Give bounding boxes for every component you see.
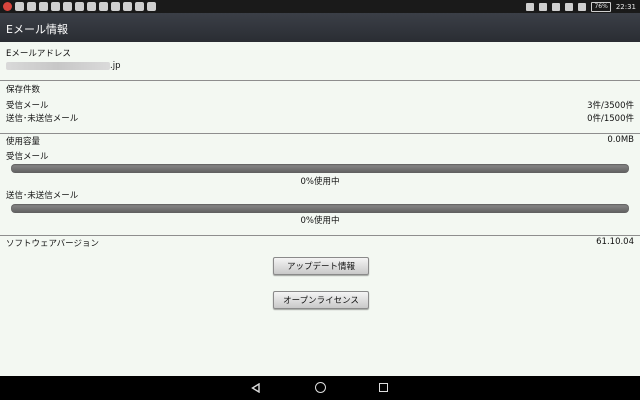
cart-icon bbox=[87, 2, 96, 11]
email-address-label: Eメールアドレス bbox=[6, 49, 71, 59]
wifi-icon bbox=[565, 2, 574, 11]
signal-icon bbox=[578, 2, 587, 11]
recent-apps-icon[interactable] bbox=[379, 383, 388, 392]
mail-icon bbox=[15, 2, 24, 11]
clipboard-icon bbox=[99, 2, 108, 11]
title-bar: Eメール情報 bbox=[0, 13, 640, 42]
navigation-bar bbox=[0, 376, 640, 400]
divider bbox=[0, 133, 640, 134]
software-version-value: 61.10.04 bbox=[596, 237, 634, 247]
sent-mail-count-value: 0件/1500件 bbox=[587, 114, 634, 124]
divider bbox=[0, 80, 640, 81]
nfc-icon bbox=[539, 2, 548, 11]
battery-icon: 76% bbox=[591, 1, 611, 12]
open-license-button[interactable]: オープンライセンス bbox=[273, 291, 369, 309]
doc-icon bbox=[39, 2, 48, 11]
globe-icon bbox=[51, 2, 60, 11]
gmail-icon bbox=[63, 2, 72, 11]
clock: 22:31 bbox=[615, 2, 636, 11]
email-address-value: .jp bbox=[110, 61, 121, 71]
play-icon bbox=[147, 2, 156, 11]
sent-mail-count-label: 送信･未送信メール bbox=[6, 114, 79, 124]
sent-usage-progress-text: 0%使用中 bbox=[300, 216, 340, 226]
email-info-content[interactable]: Eメールアドレス .jp 保存件数 受信メール 3件/3500件 送信･未送信メ… bbox=[0, 42, 640, 376]
message-icon bbox=[135, 2, 144, 11]
system-icons: 76% 22:31 bbox=[526, 0, 636, 13]
received-usage-progress-text: 0%使用中 bbox=[300, 177, 340, 187]
received-mail-count-label: 受信メール bbox=[6, 101, 49, 111]
received-usage-label: 受信メール bbox=[6, 152, 49, 162]
storage-count-header: 保存件数 bbox=[6, 85, 41, 95]
notification-icons bbox=[3, 1, 156, 12]
calendar-icon bbox=[75, 2, 84, 11]
sent-usage-label: 送信･未送信メール bbox=[6, 191, 79, 201]
bluetooth-icon bbox=[526, 2, 535, 11]
usage-total-value: 0.0MB bbox=[607, 135, 634, 145]
usage-header: 使用容量 bbox=[6, 137, 41, 147]
silent-icon bbox=[552, 2, 561, 11]
page-title: Eメール情報 bbox=[6, 23, 68, 36]
back-icon[interactable] bbox=[251, 383, 260, 393]
software-version-label: ソフトウェアバージョン bbox=[6, 239, 99, 249]
status-bar: 76% 22:31 bbox=[0, 0, 640, 13]
chat2-icon bbox=[123, 2, 132, 11]
received-usage-progress-bar bbox=[11, 164, 629, 173]
sent-usage-progress-bar bbox=[11, 204, 629, 213]
transfer-icon bbox=[27, 2, 36, 11]
app-notification-icon bbox=[3, 2, 12, 11]
update-info-button[interactable]: アップデート情報 bbox=[273, 257, 369, 275]
redacted-email bbox=[6, 62, 110, 70]
home-icon[interactable] bbox=[315, 382, 326, 393]
received-mail-count-value: 3件/3500件 bbox=[587, 101, 634, 111]
divider bbox=[0, 235, 640, 236]
chat-icon bbox=[111, 2, 120, 11]
